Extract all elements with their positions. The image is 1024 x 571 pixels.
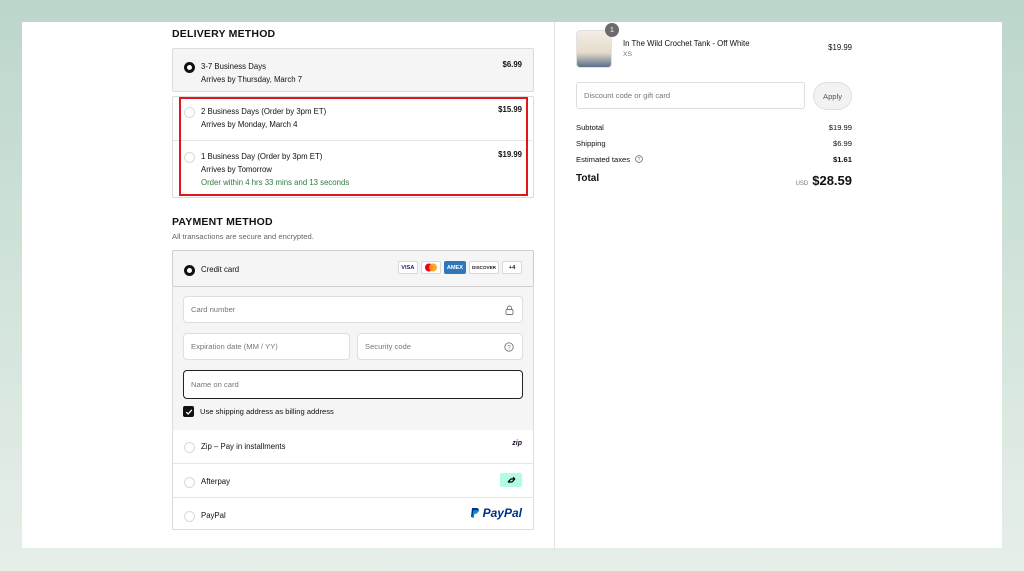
subtotal-label: Subtotal [576, 123, 604, 132]
expiration-date-field[interactable]: Expiration date (MM / YY) [183, 333, 350, 360]
payment-method-heading: PAYMENT METHOD [172, 216, 273, 228]
info-icon[interactable]: ? [635, 155, 643, 165]
total-value: $28.59 [812, 173, 852, 188]
card-brands: VISA AMEX DISCOVER +4 [397, 261, 522, 274]
delivery-option-name: 2 Business Days (Order by 3pm ET) [201, 107, 327, 116]
product-name: In The Wild Crochet Tank - Off White [623, 39, 750, 48]
checkout-card: DELIVERY METHOD 3-7 Business Days Arrive… [22, 22, 1002, 548]
taxes-row: Estimated taxes ? $1.61 [576, 155, 852, 165]
billing-address-checkbox-row[interactable]: Use shipping address as billing address [183, 406, 334, 417]
lock-icon [505, 305, 514, 317]
delivery-option-standard[interactable]: 3-7 Business Days Arrives by Thursday, M… [172, 48, 534, 92]
svg-text:?: ? [638, 157, 641, 163]
zip-label: Zip – Pay in installments [201, 442, 286, 451]
quantity-badge: 1 [605, 23, 619, 37]
discount-code-input[interactable]: Discount code or gift card [576, 82, 805, 109]
credit-card-radio[interactable] [184, 265, 195, 276]
delivery-method-heading: DELIVERY METHOD [172, 28, 276, 40]
delivery-option-detail: Arrives by Tomorrow [201, 165, 272, 174]
afterpay-radio[interactable] [184, 477, 195, 488]
security-code-placeholder: Security code [365, 342, 412, 351]
credit-card-label: Credit card [201, 265, 240, 274]
shipping-row: Shipping $6.99 [576, 139, 852, 148]
billing-checkbox-label: Use shipping address as billing address [200, 407, 334, 416]
delivery-radio-two-day[interactable] [184, 107, 195, 118]
delivery-option-price: $19.99 [498, 150, 522, 159]
product-thumbnail [576, 30, 612, 68]
visa-icon: VISA [397, 261, 418, 274]
amex-icon: AMEX [443, 261, 466, 274]
afterpay-logo-icon [500, 473, 522, 487]
paypal-logo: PayPal [470, 506, 522, 520]
total-row: Total USD $28.59 [576, 173, 852, 188]
card-number-field[interactable]: Card number [183, 296, 523, 323]
security-code-field[interactable]: Security code ? [357, 333, 523, 360]
taxes-value: $1.61 [832, 155, 852, 164]
apply-button[interactable]: Apply [813, 82, 852, 110]
discover-icon: DISCOVER [469, 261, 499, 274]
paypal-label: PayPal [201, 511, 226, 520]
shipping-value: $6.99 [832, 139, 852, 148]
column-divider [554, 22, 555, 548]
product-variant: XS [623, 51, 633, 58]
delivery-options-express: 2 Business Days (Order by 3pm ET) Arrive… [172, 96, 534, 198]
alt-payment-options: Zip – Pay in installments zip Afterpay P… [172, 430, 534, 530]
zip-logo: zip [512, 440, 522, 447]
subtotal-value: $19.99 [828, 123, 852, 132]
expiration-placeholder: Expiration date (MM / YY) [191, 342, 278, 351]
shipping-label: Shipping [576, 139, 606, 148]
delivery-option-price: $6.99 [502, 60, 522, 69]
name-on-card-field[interactable]: Name on card [183, 370, 523, 399]
checkmark-icon [185, 408, 192, 415]
delivery-radio-standard[interactable] [184, 62, 195, 73]
delivery-option-two-day[interactable]: 2 Business Days (Order by 3pm ET) Arrive… [173, 97, 533, 140]
mastercard-icon [420, 261, 441, 274]
delivery-option-detail: Arrives by Thursday, March 7 [201, 75, 303, 84]
currency-code: USD [795, 181, 809, 187]
payment-subtitle: All transactions are secure and encrypte… [172, 232, 314, 241]
credit-card-form: Card number Expiration date (MM / YY) Se… [172, 287, 534, 430]
more-brands-badge: +4 [502, 261, 522, 274]
product-price: $19.99 [828, 43, 852, 52]
credit-card-option[interactable]: Credit card VISA AMEX DISCOVER +4 [172, 250, 534, 287]
taxes-label: Estimated taxes [576, 155, 631, 164]
delivery-option-one-day[interactable]: 1 Business Day (Order by 3pm ET) Arrives… [173, 141, 533, 189]
svg-text:?: ? [507, 344, 511, 351]
paypal-wordmark: PayPal [482, 506, 522, 520]
delivery-option-name: 3-7 Business Days [201, 62, 267, 71]
name-on-card-placeholder: Name on card [191, 380, 239, 389]
card-number-placeholder: Card number [191, 305, 236, 314]
zip-radio[interactable] [184, 442, 195, 453]
help-icon[interactable]: ? [504, 342, 514, 354]
zip-option[interactable]: Zip – Pay in installments zip [173, 430, 533, 463]
subtotal-row: Subtotal $19.99 [576, 123, 852, 132]
delivery-option-detail: Arrives by Monday, March 4 [201, 120, 298, 129]
afterpay-label: Afterpay [201, 477, 231, 486]
total-label: Total [576, 173, 600, 184]
order-countdown-note: Order within 4 hrs 33 mins and 13 second… [201, 178, 350, 187]
discount-placeholder: Discount code or gift card [584, 91, 671, 100]
paypal-option[interactable]: PayPal PayPal [173, 498, 533, 531]
paypal-icon [470, 507, 479, 518]
afterpay-option[interactable]: Afterpay [173, 464, 533, 497]
delivery-option-name: 1 Business Day (Order by 3pm ET) [201, 152, 323, 161]
delivery-option-price: $15.99 [498, 105, 522, 114]
delivery-radio-one-day[interactable] [184, 152, 195, 163]
billing-checkbox[interactable] [183, 406, 194, 417]
paypal-radio[interactable] [184, 511, 195, 522]
